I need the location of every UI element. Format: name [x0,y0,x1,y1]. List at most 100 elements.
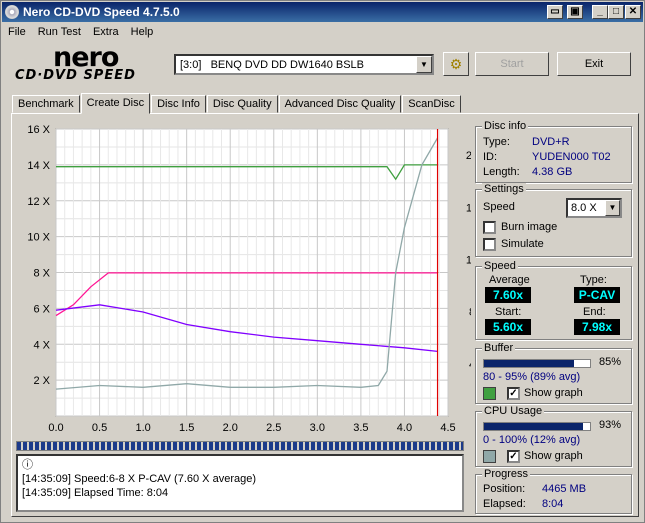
settings-title: Settings [482,183,526,195]
progress-group: Progress Position: 4465 MB Elapsed: 8:04 [475,468,632,514]
title-bar: Nero CD-DVD Speed 4.7.5.0 ▭ ▣ _ □ ✕ [2,2,643,22]
y2-tick-label: 20 [466,150,471,162]
buffer-group: Buffer 85% 80 - 95% (89% avg) ✓ Show gra… [475,342,632,404]
tab-disc-info[interactable]: Disc Info [151,95,206,113]
y2-tick-label: 4 [469,359,471,371]
simulate-checkbox[interactable] [483,238,496,251]
settings-group: Settings Speed 8.0 X ▼ Burn image Simula… [475,183,632,257]
x-tick-label: 2.5 [266,422,281,434]
speed-title: Speed [482,260,518,272]
y2-tick-label: 16 [466,202,471,214]
log-list[interactable]: ⓘ [14:35:09] Speed:6-8 X P-CAV (7.60 X a… [16,454,464,512]
buffer-percent: 85% [599,356,622,368]
cpu-color-swatch[interactable] [483,450,496,463]
y-tick-label: 4 X [33,339,50,351]
tab-scandisc[interactable]: ScanDisc [402,95,461,113]
nero-logo: nero CD·DVD SPEED [15,42,136,83]
cpu-show-graph-label: Show graph [524,450,583,462]
buffer-bar [483,359,591,368]
id-label: ID: [483,151,498,163]
end-speed-value: 7.98x [574,319,620,335]
menu-extra[interactable]: Extra [87,26,125,38]
buffer-show-graph-label: Show graph [524,387,583,399]
speed-setting-label: Speed [483,201,515,213]
app-disc-icon [5,5,19,19]
burn-image-checkbox[interactable] [483,221,496,234]
x-tick-label: 4.5 [440,422,455,434]
info-icon: ⓘ [22,459,33,471]
restore-icon[interactable]: ▣ [567,5,583,19]
disc-length: 4.38 GB [532,166,573,178]
tab-benchmark[interactable]: Benchmark [12,95,80,113]
chevron-down-icon[interactable]: ▼ [605,200,620,216]
cpu-show-graph-checkbox[interactable]: ✓ [507,450,520,463]
buffer-show-graph-checkbox[interactable]: ✓ [507,387,520,400]
buffer-color-swatch[interactable] [483,387,496,400]
type-label: Type: [483,136,510,148]
wrench-icon: ⚙ [449,56,463,72]
help-icon[interactable]: ▭ [547,5,563,19]
tab-disc-quality[interactable]: Disc Quality [206,95,278,113]
exit-button[interactable]: Exit [557,52,631,76]
average-label: Average [489,274,530,286]
disc-info-group: Disc info Type: DVD+R ID: YUDEN000 T02 L… [475,120,632,183]
speed-chart: 16 X 14 X 12 X 10 X 8 X 6 X 4 X 2 X 20 16 12 8 4 0.0 0… [27,124,471,434]
maximize-button[interactable]: □ [608,5,624,19]
y-tick-label: 12 X [27,196,50,208]
menu-help[interactable]: Help [125,26,160,38]
speed-type-value: P-CAV [574,287,620,303]
y-tick-label: 2 X [33,375,50,387]
end-speed-label: End: [583,306,606,318]
disc-info-title: Disc info [482,120,529,132]
y-tick-label: 14 X [27,160,50,172]
start-button[interactable]: Start [475,52,549,76]
position-value: 4465 MB [542,483,587,495]
speed-select[interactable]: 8.0 X ▼ [566,198,622,218]
x-tick-label: 0.0 [48,422,63,434]
menu-bar: File Run Test Extra Help [2,23,643,41]
cpu-group: CPU Usage 93% 0 - 100% (12% avg) ✓ Show … [475,405,632,467]
burn-image-label: Burn image [501,221,558,233]
y-tick-label: 16 X [27,124,50,136]
speed-type-label: Type: [580,274,607,286]
drive-select[interactable]: [3:0] BENQ DVD DD DW1640 BSLB ▼ [174,54,434,75]
tab-advanced-disc-quality[interactable]: Advanced Disc Quality [278,95,402,113]
speed-group: Speed Average 7.60x Type: P-CAV Start: 5… [475,260,632,340]
y-tick-label: 8 X [33,268,50,280]
cpu-range: 0 - 100% (12% avg) [483,434,581,446]
log-line: [14:35:09] Speed:6-8 X P-CAV (7.60 X ave… [22,473,256,485]
menu-run-test[interactable]: Run Test [32,26,87,38]
close-button[interactable]: ✕ [625,5,641,19]
tab-create-disc[interactable]: Create Disc [80,93,151,114]
simulate-label: Simulate [501,238,544,250]
progress-title: Progress [482,468,531,480]
x-tick-label: 3.5 [353,422,368,434]
x-tick-label: 1.5 [179,422,194,434]
buffer-title: Buffer [482,342,516,354]
menu-file[interactable]: File [2,26,32,38]
main-window: Nero CD-DVD Speed 4.7.5.0 ▭ ▣ _ □ ✕ File… [0,0,645,523]
drive-select-value: [3:0] BENQ DVD DD DW1640 BSLB [180,58,365,71]
x-tick-label: 1.0 [135,422,150,434]
log-line: [14:35:09] Elapsed Time: 8:04 [22,487,169,499]
x-tick-label: 4.0 [397,422,412,434]
log-line-partial: ⓘ [22,458,458,472]
length-label: Length: [483,166,520,178]
buffer-bar-fill [484,360,575,367]
x-tick-label: 2.0 [223,422,238,434]
drive-config-button[interactable]: ⚙ [443,52,469,76]
start-speed-value: 5.60x [485,319,531,335]
buffer-range: 80 - 95% (89% avg) [483,371,581,383]
y-tick-label: 10 X [27,232,50,244]
cpu-bar-fill [484,423,583,430]
average-speed-value: 7.60x [485,287,531,303]
y-tick-label: 6 X [33,303,50,315]
cpu-title: CPU Usage [482,405,545,417]
chevron-down-icon[interactable]: ▼ [416,56,432,73]
y2-tick-label: 8 [469,307,471,319]
minimize-button[interactable]: _ [592,5,608,19]
cpu-bar [483,422,591,431]
position-label: Position: [483,483,526,495]
x-tick-label: 3.0 [310,422,325,434]
window-title: Nero CD-DVD Speed 4.7.5.0 [23,5,180,19]
